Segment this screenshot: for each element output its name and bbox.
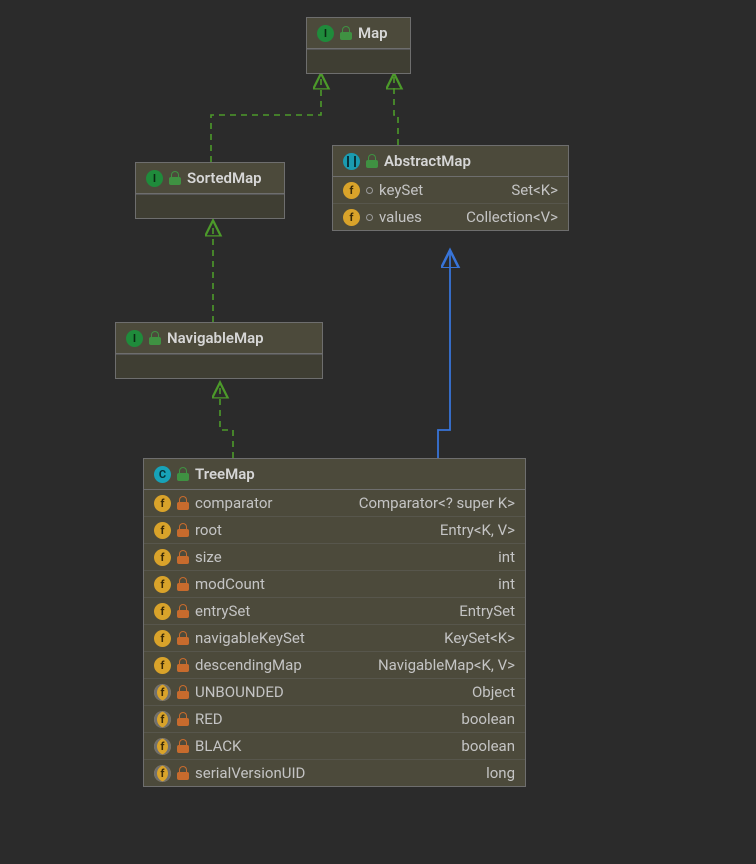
class-name: NavigableMap (167, 329, 264, 347)
field-icon: f (154, 657, 171, 674)
node-body (307, 49, 410, 73)
node-sortedmap[interactable]: I SortedMap (135, 162, 285, 219)
field-icon: f (154, 522, 171, 539)
visibility-package-icon (366, 214, 373, 221)
field-type: boolean (461, 710, 515, 728)
field-name: BLACK (195, 737, 241, 755)
node-navigablemap[interactable]: I NavigableMap (115, 322, 323, 379)
visibility-package-icon (366, 187, 373, 194)
field-name: comparator (195, 494, 273, 512)
field-type: Comparator<? super K> (359, 494, 515, 512)
lock-icon (340, 26, 352, 40)
field-row: f keySet Set<K> (333, 177, 568, 204)
field-row: f comparator Comparator<? super K> (144, 490, 525, 517)
field-name: modCount (195, 575, 265, 593)
field-row: f entrySet EntrySet (144, 598, 525, 625)
interface-icon: I (146, 170, 163, 187)
class-name: AbstractMap (384, 152, 471, 170)
field-type: NavigableMap<K, V> (378, 656, 515, 674)
node-body (116, 354, 322, 378)
visibility-private-icon (177, 604, 189, 618)
field-icon: f (154, 603, 171, 620)
class-name: SortedMap (187, 169, 262, 187)
field-icon: f (343, 209, 360, 226)
visibility-private-icon (177, 550, 189, 564)
lock-icon (366, 154, 378, 168)
field-name: serialVersionUID (195, 764, 305, 782)
lock-icon (169, 171, 181, 185)
field-type: EntrySet (459, 602, 515, 620)
field-icon: f (343, 182, 360, 199)
node-treemap[interactable]: C TreeMap f comparator Comparator<? super … (143, 458, 526, 787)
field-name: UNBOUNDED (195, 683, 284, 701)
field-type: Set<K> (511, 181, 558, 199)
field-name: navigableKeySet (195, 629, 305, 647)
class-icon: C (154, 466, 171, 483)
visibility-private-icon (177, 685, 189, 699)
field-name: size (195, 548, 222, 566)
field-row: f size int (144, 544, 525, 571)
lock-icon (177, 467, 189, 481)
field-name: values (379, 208, 422, 226)
edge-treemap-navigablemap (220, 384, 233, 458)
field-icon: f (154, 630, 171, 647)
field-icon: f (154, 576, 171, 593)
field-type: Collection<V> (466, 208, 558, 226)
class-name: TreeMap (195, 465, 255, 483)
field-type: boolean (461, 737, 515, 755)
node-header: I NavigableMap (116, 323, 322, 354)
field-icon: f (154, 765, 171, 782)
node-map[interactable]: I Map (306, 17, 411, 74)
edge-abstractmap-map (394, 75, 398, 145)
field-type: Entry<K, V> (440, 521, 515, 539)
field-row: f RED boolean (144, 706, 525, 733)
field-row: f values Collection<V> (333, 204, 568, 230)
interface-icon: I (126, 330, 143, 347)
field-row: f UNBOUNDED Object (144, 679, 525, 706)
field-icon: f (154, 549, 171, 566)
class-name: Map (358, 24, 388, 42)
field-type: int (498, 575, 515, 593)
field-icon: f (154, 711, 171, 728)
field-icon: f (154, 684, 171, 701)
lock-icon (149, 331, 161, 345)
field-name: keySet (379, 181, 423, 199)
field-type: Object (472, 683, 515, 701)
node-abstractmap[interactable]: AbstractMap f keySet Set<K> f values Col… (332, 145, 569, 231)
edge-treemap-abstractmap (438, 252, 450, 458)
field-row: f BLACK boolean (144, 733, 525, 760)
visibility-private-icon (177, 712, 189, 726)
node-body (136, 194, 284, 218)
node-header: AbstractMap (333, 146, 568, 177)
visibility-private-icon (177, 577, 189, 591)
field-name: root (195, 521, 222, 539)
node-body: f comparator Comparator<? super K> f root Ent… (144, 490, 525, 786)
node-header: I Map (307, 18, 410, 49)
field-row: f serialVersionUID long (144, 760, 525, 786)
field-type: KeySet<K> (444, 629, 515, 647)
visibility-private-icon (177, 739, 189, 753)
visibility-private-icon (177, 496, 189, 510)
field-icon: f (154, 738, 171, 755)
field-name: RED (195, 710, 223, 728)
field-row: f navigableKeySet KeySet<K> (144, 625, 525, 652)
visibility-private-icon (177, 766, 189, 780)
node-header: C TreeMap (144, 459, 525, 490)
visibility-private-icon (177, 523, 189, 537)
interface-icon: I (317, 25, 334, 42)
field-name: descendingMap (195, 656, 302, 674)
field-type: long (486, 764, 515, 782)
node-body: f keySet Set<K> f values Collection<V> (333, 177, 568, 230)
field-row: f root Entry<K, V> (144, 517, 525, 544)
field-type: int (498, 548, 515, 566)
abstract-class-icon (343, 153, 360, 170)
field-row: f descendingMap NavigableMap<K, V> (144, 652, 525, 679)
field-icon: f (154, 495, 171, 512)
field-name: entrySet (195, 602, 250, 620)
visibility-private-icon (177, 631, 189, 645)
node-header: I SortedMap (136, 163, 284, 194)
field-row: f modCount int (144, 571, 525, 598)
edge-sortedmap-map (211, 75, 321, 162)
visibility-private-icon (177, 658, 189, 672)
